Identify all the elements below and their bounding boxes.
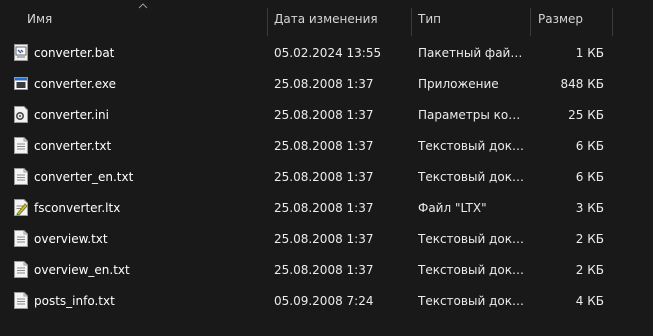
- file-size: 25 КБ: [568, 108, 604, 122]
- file-size: 2 КБ: [575, 263, 604, 277]
- column-header-name[interactable]: Имя: [27, 12, 52, 26]
- file-row[interactable]: overview_en.txt 25.08.2008 1:37 Текстовый …: [0, 255, 653, 286]
- file-size: 2 КБ: [575, 232, 604, 246]
- file-date-modified: 05.02.2024 13:55: [274, 46, 382, 60]
- file-size: 6 КБ: [575, 139, 604, 153]
- batch-file-icon: [14, 44, 28, 61]
- file-date-modified: 25.08.2008 1:37: [274, 263, 374, 277]
- column-header-size[interactable]: Размер: [538, 12, 583, 26]
- application-icon: [14, 75, 28, 92]
- column-header-type[interactable]: Тип: [418, 12, 441, 26]
- file-date-modified: 25.08.2008 1:37: [274, 77, 374, 91]
- file-type: Пакетный файл ...: [418, 46, 524, 60]
- file-name: converter_en.txt: [34, 170, 134, 184]
- file-name: overview.txt: [34, 232, 108, 246]
- file-row[interactable]: converter.ini 25.08.2008 1:37 Параметры ко…: [0, 100, 653, 131]
- file-row[interactable]: converter.exe 25.08.2008 1:37 Приложение 84…: [0, 69, 653, 100]
- column-divider[interactable]: [612, 8, 613, 36]
- file-size: 848 КБ: [560, 77, 604, 91]
- file-size: 4 КБ: [575, 294, 604, 308]
- file-date-modified: 25.08.2008 1:37: [274, 108, 374, 122]
- file-row[interactable]: fsconverter.ltx 25.08.2008 1:37 Файл "LTX"…: [0, 193, 653, 224]
- file-type: Текстовый докум...: [418, 294, 524, 308]
- file-type: Текстовый докум...: [418, 232, 524, 246]
- file-list: converter.bat 05.02.2024 13:55 Пакетный фа…: [0, 38, 653, 317]
- file-date-modified: 25.08.2008 1:37: [274, 170, 374, 184]
- file-size: 3 КБ: [575, 201, 604, 215]
- file-type: Файл "LTX": [418, 201, 487, 215]
- ltx-file-icon: [14, 199, 28, 216]
- file-name: converter.txt: [34, 139, 112, 153]
- file-name: fsconverter.ltx: [34, 201, 121, 215]
- file-row[interactable]: converter.bat 05.02.2024 13:55 Пакетный фа…: [0, 38, 653, 69]
- text-file-icon: [14, 137, 28, 154]
- file-name: overview_en.txt: [34, 263, 130, 277]
- file-row[interactable]: converter_en.txt 25.08.2008 1:37 Текстовый…: [0, 162, 653, 193]
- column-header-date[interactable]: Дата изменения: [274, 12, 378, 26]
- file-type: Текстовый докум...: [418, 263, 524, 277]
- file-size: 6 КБ: [575, 170, 604, 184]
- column-divider[interactable]: [530, 8, 531, 36]
- file-name: converter.ini: [34, 108, 109, 122]
- file-type: Параметры конф...: [418, 108, 524, 122]
- file-name: posts_info.txt: [34, 294, 115, 308]
- column-divider[interactable]: [411, 8, 412, 36]
- text-file-icon: [14, 292, 28, 309]
- file-row[interactable]: overview.txt 25.08.2008 1:37 Текстовый док…: [0, 224, 653, 255]
- file-date-modified: 25.08.2008 1:37: [274, 201, 374, 215]
- file-date-modified: 25.08.2008 1:37: [274, 232, 374, 246]
- file-date-modified: 25.08.2008 1:37: [274, 139, 374, 153]
- file-date-modified: 05.09.2008 7:24: [274, 294, 374, 308]
- text-file-icon: [14, 230, 28, 247]
- file-type: Текстовый докум...: [418, 139, 524, 153]
- file-name: converter.bat: [34, 46, 115, 60]
- text-file-icon: [14, 261, 28, 278]
- column-divider[interactable]: [267, 8, 268, 36]
- file-type: Приложение: [418, 77, 499, 91]
- file-row[interactable]: converter.txt 25.08.2008 1:37 Текстовый до…: [0, 131, 653, 162]
- file-row[interactable]: posts_info.txt 05.09.2008 7:24 Текстовый д…: [0, 286, 653, 317]
- settings-file-icon: [14, 106, 28, 123]
- file-name: converter.exe: [34, 77, 116, 91]
- file-explorer-list: Имя Дата изменения Тип Размер converter.…: [0, 0, 653, 336]
- file-type: Текстовый докум...: [418, 170, 524, 184]
- text-file-icon: [14, 168, 28, 185]
- column-header-row: Имя Дата изменения Тип Размер: [0, 0, 653, 38]
- file-size: 1 КБ: [575, 46, 604, 60]
